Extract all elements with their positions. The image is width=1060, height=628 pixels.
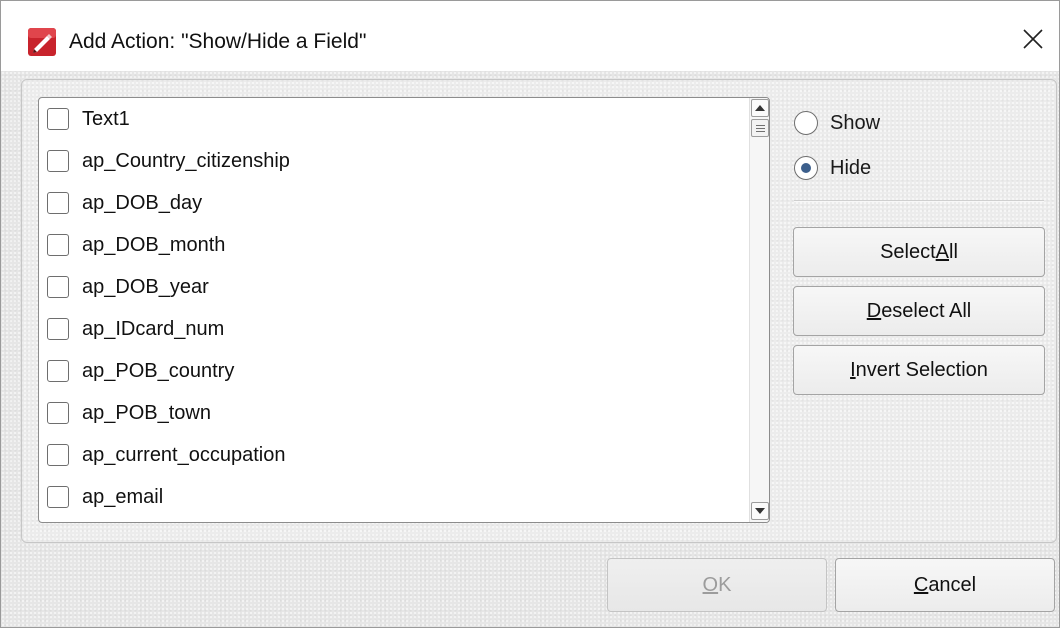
divider [794,200,1044,202]
invert-selection-button[interactable]: Invert Selection [793,345,1045,395]
field-label: ap_DOB_month [82,234,226,256]
list-item[interactable]: ap_current_occupation [47,440,737,470]
field-checkbox[interactable] [47,108,69,130]
field-checkbox[interactable] [47,150,69,172]
field-checkbox[interactable] [47,486,69,508]
close-icon [1023,29,1043,49]
title-bar: Add Action: "Show/Hide a Field" [1,1,1059,71]
hide-radio-option[interactable]: Hide [794,153,871,183]
field-checkbox[interactable] [47,444,69,466]
list-item[interactable]: ap_POB_country [47,356,737,386]
field-checkbox[interactable] [47,276,69,298]
arrow-up-icon [755,105,765,111]
scroll-down-button[interactable] [751,502,769,520]
field-list-scrollbar[interactable] [749,98,769,522]
field-label: ap_POB_country [82,360,235,382]
field-label: ap_DOB_day [82,192,203,214]
list-item[interactable]: ap_Country_citizenship [47,146,737,176]
field-label: Text1 [82,108,130,130]
dialog-title: Add Action: "Show/Hide a Field" [69,30,367,53]
list-item[interactable]: ap_DOB_month [47,230,737,260]
show-radio[interactable] [794,111,818,135]
scroll-up-button[interactable] [751,99,769,117]
field-label: ap_POB_town [82,402,211,424]
list-item[interactable]: ap_DOB_day [47,188,737,218]
field-label: ap_DOB_year [82,276,209,298]
hide-radio[interactable] [794,156,818,180]
list-item[interactable]: ap_POB_town [47,398,737,428]
list-item[interactable]: Text1 [47,104,737,134]
field-checkbox[interactable] [47,360,69,382]
select-all-button[interactable]: Select All [793,227,1045,277]
show-radio-option[interactable]: Show [794,108,880,138]
add-action-dialog: Add Action: "Show/Hide a Field" Text1 ap_… [0,0,1060,628]
list-item[interactable]: ap_email [47,482,737,512]
list-item[interactable]: ap_IDcard_num [47,314,737,344]
field-list-items: Text1 ap_Country_citizenship ap_DOB_day ap_… [39,98,749,522]
dialog-body: Text1 ap_Country_citizenship ap_DOB_day ap_… [1,71,1059,627]
list-item[interactable]: ap_DOB_year [47,272,737,302]
hide-radio-label: Hide [830,157,872,179]
field-checkbox[interactable] [47,402,69,424]
field-label: ap_current_occupation [82,444,286,466]
field-list[interactable]: Text1 ap_Country_citizenship ap_DOB_day ap_… [38,97,770,523]
field-label: ap_Country_citizenship [82,150,290,172]
close-button[interactable] [1013,19,1053,59]
scroll-thumb[interactable] [751,119,769,137]
pdf-editor-icon [27,27,57,57]
show-radio-label: Show [830,112,881,134]
field-checkbox[interactable] [47,192,69,214]
options-panel: Text1 ap_Country_citizenship ap_DOB_day ap_… [21,79,1057,543]
field-label: ap_email [82,486,164,508]
field-checkbox[interactable] [47,234,69,256]
cancel-button[interactable]: Cancel [835,558,1055,612]
deselect-all-button[interactable]: Deselect All [793,286,1045,336]
field-label: ap_IDcard_num [82,318,225,340]
arrow-down-icon [755,508,765,514]
ok-button[interactable]: OK [607,558,827,612]
field-checkbox[interactable] [47,318,69,340]
